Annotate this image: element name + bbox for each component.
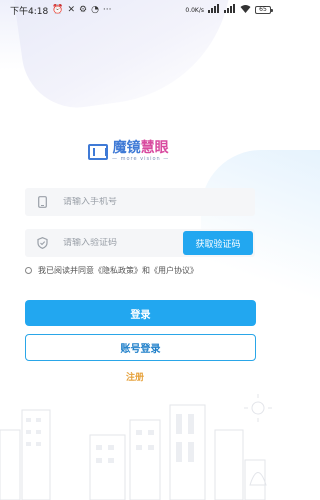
logo-title: 魔镜慧眼 [113,141,169,156]
logo-title-pink: 慧眼 [140,140,169,156]
more-icon: ··· [102,5,112,15]
logo-mark-icon [88,144,108,160]
wifi-icon [240,4,251,16]
code-field: 获取验证码 [25,229,255,257]
alarm-icon: ⏰ [52,5,64,15]
notification-icon: ◔ [91,5,99,15]
phone-input[interactable] [63,197,173,207]
battery-icon: 65 [255,6,273,14]
signal-icon [208,4,220,16]
net-speed: 0.0K/s [185,6,204,14]
register-link[interactable]: 注册 [126,370,144,383]
logo-text: 魔镜慧眼 — more vision — [112,141,169,163]
status-bar: 下午4:18 ⏰ ✕ ⚙ ◔ ··· 0.0K/s 65 [0,0,281,20]
status-time: 下午4:18 [10,6,49,17]
code-input[interactable] [63,238,173,248]
status-left: 下午4:18 ⏰ ✕ ⚙ ◔ ··· [10,4,112,17]
app-logo: 魔镜慧眼 — more vision — [88,138,194,166]
mute-icon: ✕ [67,5,75,15]
shield-icon [35,236,49,250]
settings-icon: ⚙ [78,5,88,15]
city-skyline-illustration [0,394,272,500]
agreement-radio[interactable] [25,267,32,274]
logo-subtitle: — more vision — [112,156,170,162]
account-login-button[interactable]: 账号登录 [25,334,256,361]
signal2-icon [224,4,236,16]
phone-icon [35,195,49,209]
agreement-text[interactable]: 我已阅读并同意《隐私政策》和《用户协议》 [38,265,198,276]
agreement-row: 我已阅读并同意《隐私政策》和《用户协议》 [25,265,198,276]
logo-title-blue: 魔镜 [112,140,141,156]
get-code-button[interactable]: 获取验证码 [183,231,253,255]
status-right: 0.0K/s 65 [185,4,273,16]
login-button[interactable]: 登录 [25,300,256,326]
phone-field [25,188,255,216]
